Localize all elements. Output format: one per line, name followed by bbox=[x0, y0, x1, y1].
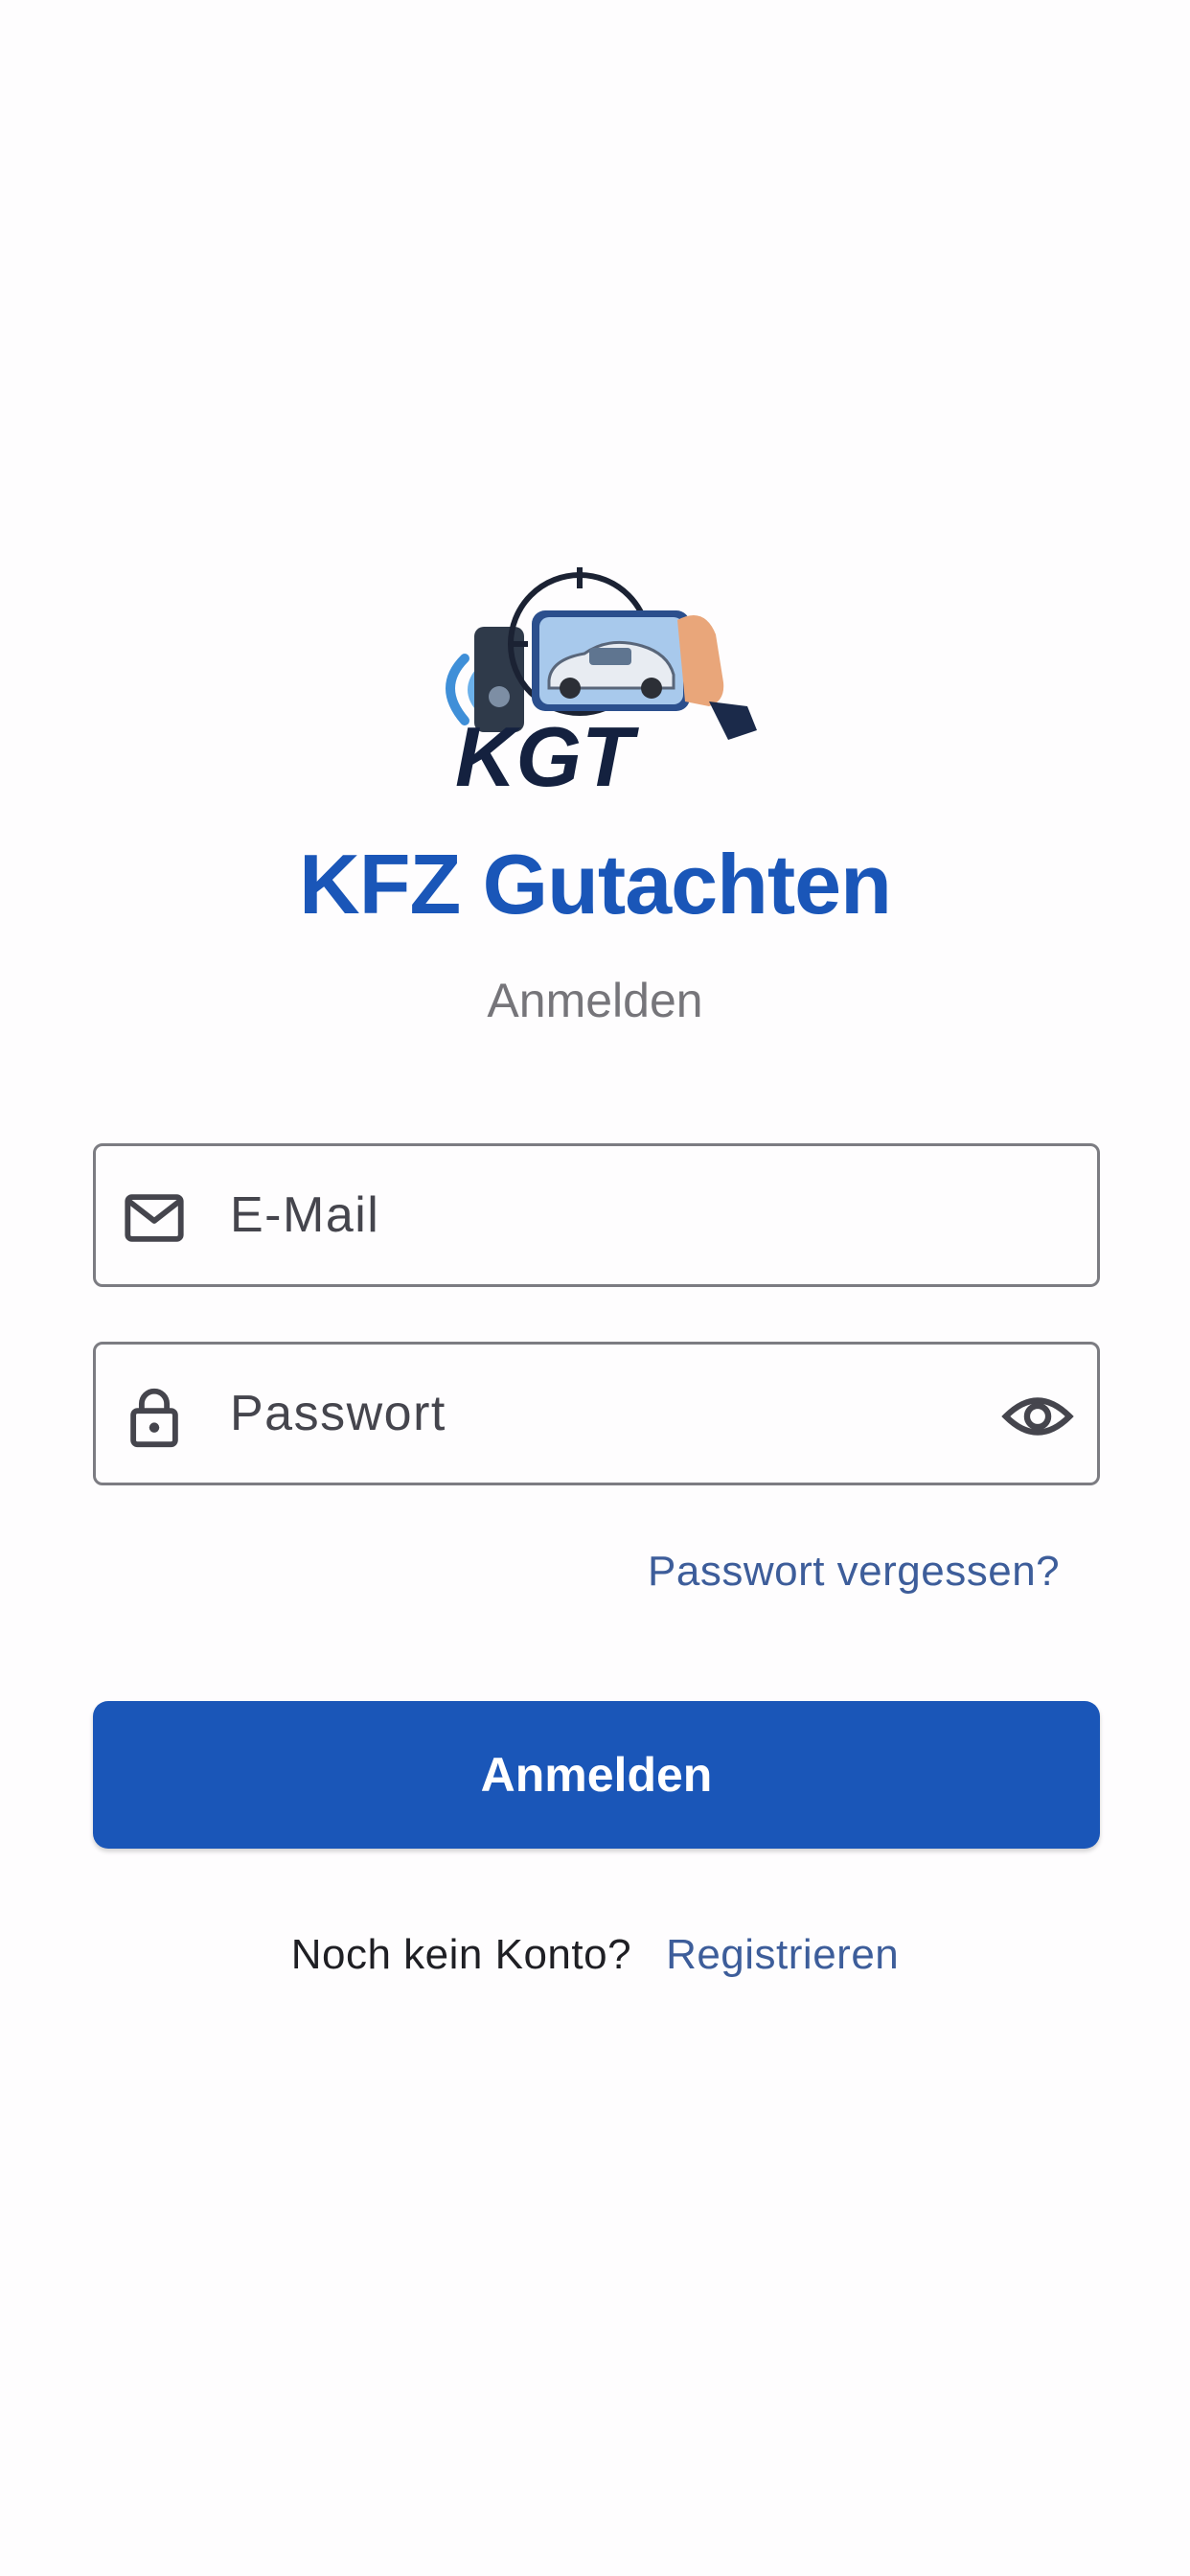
password-field[interactable]: Passwort bbox=[93, 1342, 1100, 1485]
email-field[interactable]: E-Mail bbox=[93, 1143, 1100, 1287]
svg-text:KGT: KGT bbox=[455, 709, 639, 797]
email-input[interactable]: E-Mail bbox=[230, 1146, 996, 1284]
signup-row: Noch kein Konto? Registrieren bbox=[0, 1931, 1190, 1979]
app-title: KFZ Gutachten bbox=[299, 837, 892, 932]
register-link[interactable]: Registrieren bbox=[666, 1931, 899, 1978]
forgot-password-link[interactable]: Passwort vergessen? bbox=[648, 1548, 1060, 1596]
lock-icon bbox=[121, 1383, 188, 1450]
app-logo: KGT bbox=[426, 567, 764, 797]
page-subtitle: Anmelden bbox=[487, 974, 703, 1027]
login-button[interactable]: Anmelden bbox=[93, 1701, 1100, 1849]
login-screen: KGT KFZ Gutachten Anmelden E-Mail Passwo… bbox=[0, 0, 1190, 2576]
mail-icon bbox=[121, 1184, 188, 1252]
signup-question: Noch kein Konto? bbox=[290, 1931, 632, 1978]
password-input[interactable]: Passwort bbox=[230, 1345, 996, 1483]
eye-icon[interactable] bbox=[1001, 1380, 1074, 1453]
